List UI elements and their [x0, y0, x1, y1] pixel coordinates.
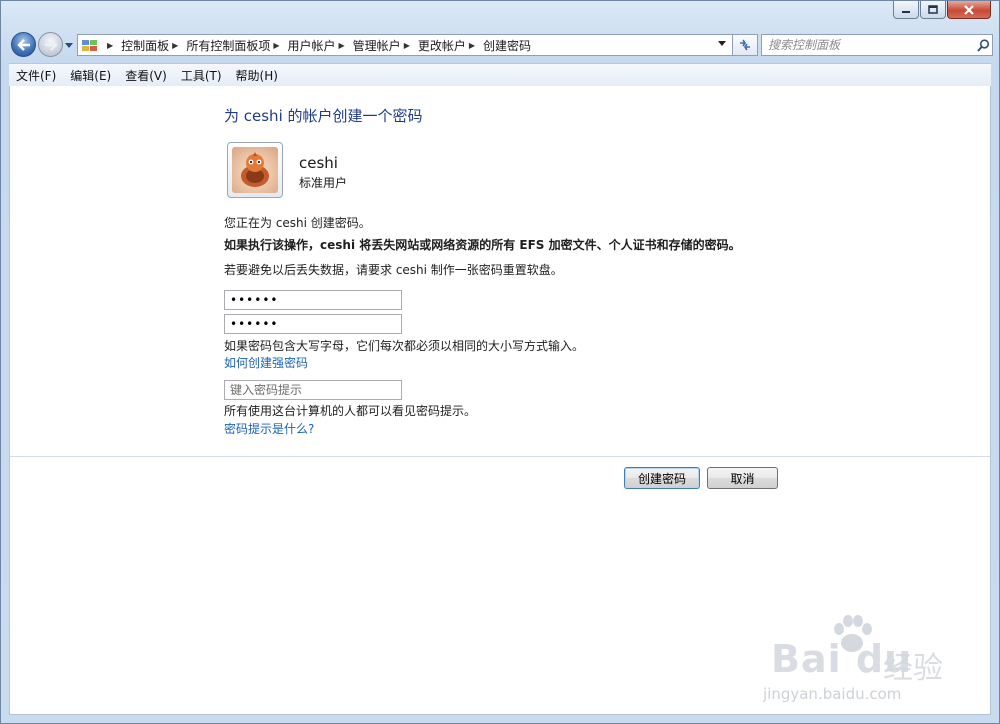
recent-pages-dropdown[interactable]	[64, 40, 74, 50]
breadcrumb-item[interactable]: 更改帐户 ▶	[418, 37, 483, 54]
breadcrumb-item[interactable]: 用户帐户 ▶	[288, 37, 353, 54]
divider	[10, 456, 990, 457]
case-sensitivity-note: 如果密码包含大写字母，它们每次都必须以相同的大小写方式输入。	[224, 339, 585, 353]
avatar	[227, 142, 283, 198]
refresh-icon	[740, 39, 750, 51]
confirm-password-field[interactable]	[224, 314, 402, 334]
breadcrumb-arrow[interactable]: ▶	[404, 41, 410, 50]
breadcrumb-label: 用户帐户	[287, 38, 336, 53]
breadcrumb-arrow[interactable]: ▶	[469, 41, 475, 50]
user-picture	[232, 147, 278, 193]
content-pane: 为 ceshi 的帐户创建一个密码 ceshi 标准用户 您正在为 ceshi …	[9, 86, 991, 715]
cancel-button[interactable]: 取消	[707, 467, 778, 489]
breadcrumb-label: 所有控制面板项	[186, 38, 271, 53]
menu-edit[interactable]: 编辑(E)	[63, 67, 118, 84]
chevron-down-icon	[65, 42, 73, 48]
user-picture-icon	[241, 152, 269, 187]
create-password-button[interactable]: 创建密码	[624, 467, 700, 489]
strong-password-link[interactable]: 如何创建强密码	[224, 354, 308, 371]
breadcrumb-root-arrow[interactable]: ▶	[104, 41, 121, 50]
navigation-bar: ▶ 控制面板 ▶ 所有控制面板项 ▶ 用户帐户 ▶ 管理帐户 ▶ 更改帐户 ▶ 创建密码	[9, 31, 993, 59]
address-dropdown-icon[interactable]	[718, 41, 726, 46]
advice-text: 若要避免以后丢失数据，请要求 ceshi 制作一张密码重置软盘。	[224, 263, 563, 277]
caption-buttons	[893, 1, 991, 19]
maximize-icon	[928, 5, 938, 14]
breadcrumb-arrow[interactable]: ▶	[172, 41, 178, 50]
search-box	[761, 34, 993, 56]
new-password-field[interactable]	[224, 290, 402, 310]
breadcrumb-item[interactable]: 所有控制面板项 ▶	[186, 37, 287, 54]
page-title: 为 ceshi 的帐户创建一个密码	[224, 107, 423, 125]
breadcrumb-arrow[interactable]: ▶	[339, 41, 345, 50]
maximize-button[interactable]	[920, 1, 946, 19]
breadcrumb-label: 更改帐户	[417, 38, 466, 53]
hint-help-link[interactable]: 密码提示是什么?	[224, 420, 314, 437]
arrow-left-icon	[16, 38, 30, 51]
menu-view[interactable]: 查看(V)	[118, 67, 174, 84]
close-button[interactable]	[947, 1, 991, 19]
search-icon	[976, 38, 989, 52]
close-icon	[964, 4, 974, 15]
control-panel-icon	[82, 40, 97, 51]
breadcrumb-arrow[interactable]: ▶	[273, 41, 279, 50]
menu-tools[interactable]: 工具(T)	[174, 67, 229, 84]
menu-file[interactable]: 文件(F)	[9, 67, 63, 84]
breadcrumb-current[interactable]: 创建密码	[483, 37, 531, 54]
hint-visibility-note: 所有使用这台计算机的人都可以看见密码提示。	[224, 404, 477, 418]
breadcrumb-label: 创建密码	[483, 38, 532, 53]
user-type: 标准用户	[299, 176, 348, 190]
password-hint-field[interactable]	[224, 380, 402, 400]
search-button[interactable]	[974, 38, 992, 52]
forward-button[interactable]	[38, 32, 63, 57]
info-text: 您正在为 ceshi 创建密码。	[224, 216, 371, 230]
warning-text: 如果执行该操作，ceshi 将丢失网站或网络资源的所有 EFS 加密文件、个人证…	[224, 238, 741, 252]
address-bar[interactable]: ▶ 控制面板 ▶ 所有控制面板项 ▶ 用户帐户 ▶ 管理帐户 ▶ 更改帐户 ▶ 创建密码	[77, 34, 733, 56]
breadcrumb-label: 控制面板	[121, 38, 170, 53]
menu-bar: 文件(F) 编辑(E) 查看(V) 工具(T) 帮助(H)	[9, 63, 991, 87]
window: ▶ 控制面板 ▶ 所有控制面板项 ▶ 用户帐户 ▶ 管理帐户 ▶ 更改帐户 ▶ 创建密码 …	[0, 0, 1000, 724]
arrow-right-icon	[44, 38, 58, 51]
search-input[interactable]	[762, 35, 974, 55]
menu-help[interactable]: 帮助(H)	[229, 67, 285, 84]
breadcrumb-item[interactable]: 管理帐户 ▶	[353, 37, 418, 54]
breadcrumb-label: 管理帐户	[352, 38, 401, 53]
back-button[interactable]	[11, 32, 36, 57]
minimize-icon	[902, 10, 910, 13]
user-name: ceshi	[299, 154, 338, 172]
breadcrumb-item[interactable]: 控制面板 ▶	[121, 37, 186, 54]
refresh-button[interactable]	[733, 34, 758, 56]
minimize-button[interactable]	[893, 1, 919, 19]
